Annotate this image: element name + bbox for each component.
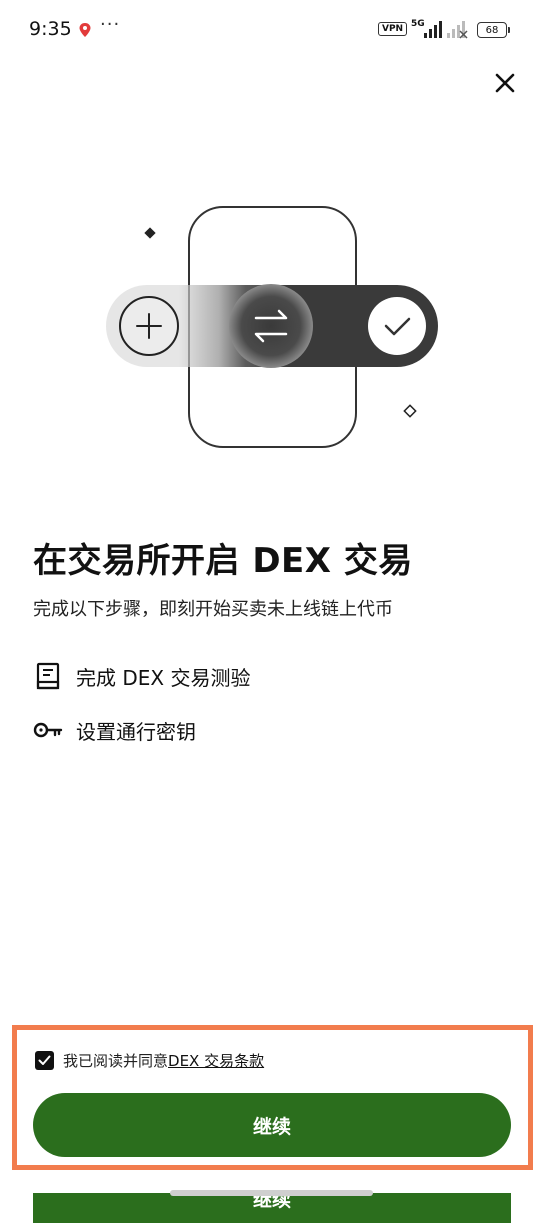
dex-toggle-illustration	[106, 206, 438, 448]
terms-checkbox[interactable]	[35, 1050, 54, 1070]
status-time: 9:35	[29, 18, 72, 40]
continue-button-ghost: 继续	[33, 1193, 511, 1223]
battery-indicator: 68	[477, 22, 510, 38]
swap-arrows-icon	[229, 284, 313, 368]
terms-link[interactable]: DEX 交易条款	[168, 1050, 264, 1071]
step-label: 设置通行密钥	[76, 719, 196, 744]
vpn-badge: VPN	[378, 22, 408, 36]
signal-strength-icon	[424, 21, 442, 38]
check-icon	[368, 297, 426, 355]
step-label: 完成 DEX 交易测验	[76, 665, 251, 690]
page-subtitle: 完成以下步骤，即刻开始买卖未上线链上代币	[33, 599, 393, 620]
home-indicator	[170, 1190, 373, 1196]
terms-agreement-text: 我已阅读并同意	[63, 1051, 169, 1070]
key-icon	[33, 715, 63, 745]
checkmark-icon	[38, 1055, 51, 1065]
sparkle-outline	[403, 404, 417, 418]
continue-button[interactable]: 继续	[33, 1093, 511, 1157]
close-icon[interactable]	[490, 68, 520, 98]
page-title: 在交易所开启 DEX 交易	[33, 541, 413, 581]
status-bar: 9:35 ··· VPN 5G 68	[0, 0, 543, 60]
terms-agreement-row: 我已阅读并同意 DEX 交易条款	[35, 1049, 264, 1071]
document-icon	[33, 661, 63, 691]
map-pin-icon	[79, 23, 91, 37]
status-more-dots: ···	[100, 14, 121, 35]
step-set-passkey: 设置通行密钥	[33, 714, 196, 746]
step-dex-quiz: 完成 DEX 交易测验	[33, 660, 250, 692]
sparkle-filled	[144, 227, 156, 239]
signal-strength-2-icon	[447, 21, 468, 39]
